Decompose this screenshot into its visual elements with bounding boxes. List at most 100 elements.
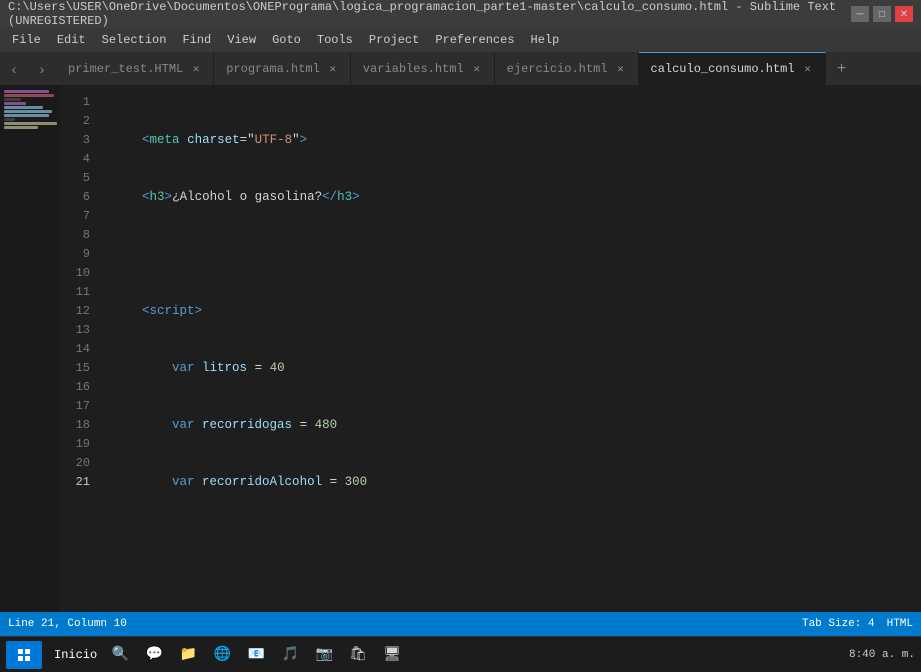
title-bar: C:\Users\USER\OneDrive\Documentos\ONEPro… [0, 0, 921, 28]
status-position: Line 21, Column 10 [8, 618, 127, 630]
tab-add-button[interactable]: + [828, 52, 856, 85]
line-number: 10 [60, 264, 100, 283]
minimap-content [0, 85, 60, 134]
code-area[interactable]: <meta charset="UTF-8"> <h3>¿Alcohol o ga… [100, 85, 921, 612]
taskbar-time: 8:40 a. m. [849, 649, 915, 661]
line-number: 17 [60, 397, 100, 416]
line-number-active: 21 [60, 473, 100, 492]
menu-file[interactable]: File [4, 28, 49, 52]
line-number: 4 [60, 150, 100, 169]
tab-programa[interactable]: programa.html ✕ [214, 52, 351, 85]
tab-close-ejercicio[interactable]: ✕ [614, 62, 628, 76]
status-right: Tab Size: 4 HTML [802, 618, 913, 630]
line-number: 9 [60, 245, 100, 264]
menu-edit[interactable]: Edit [49, 28, 94, 52]
line-number: 15 [60, 359, 100, 378]
menu-help[interactable]: Help [523, 28, 568, 52]
taskbar: Inicio 🔍 💬 📁 🌐 📧 🎵 📷 🛍 🖥 8:40 a. m. [0, 636, 921, 672]
line-number: 13 [60, 321, 100, 340]
taskbar-left: Inicio 🔍 💬 📁 🌐 📧 🎵 📷 🛍 🖥 [6, 641, 407, 669]
code-line-1: <meta charset="UTF-8"> [112, 131, 921, 150]
minimap-line [4, 114, 49, 117]
code-line-2: <h3>¿Alcohol o gasolina?</h3> [112, 188, 921, 207]
taskbar-explorer-icon[interactable]: 📁 [173, 641, 203, 669]
tab-close-primer-test[interactable]: ✕ [189, 62, 203, 76]
minimap-line [4, 90, 49, 93]
taskbar-chat-icon[interactable]: 💬 [139, 641, 169, 669]
code-line-8 [112, 530, 921, 549]
status-tab-size: Tab Size: 4 [802, 618, 875, 630]
line-number: 6 [60, 188, 100, 207]
close-button[interactable]: ✕ [895, 6, 913, 22]
status-left: Line 21, Column 10 [8, 618, 127, 630]
minimize-button[interactable]: ─ [851, 6, 869, 22]
taskbar-music-icon[interactable]: 🎵 [275, 641, 305, 669]
taskbar-mail-icon[interactable]: 📧 [241, 641, 271, 669]
title-text: C:\Users\USER\OneDrive\Documentos\ONEPro… [8, 0, 851, 28]
menu-selection[interactable]: Selection [94, 28, 175, 52]
minimap-line [4, 110, 52, 113]
line-number: 20 [60, 454, 100, 473]
menu-find[interactable]: Find [174, 28, 219, 52]
tab-close-programa[interactable]: ✕ [326, 62, 340, 76]
tab-primer-test[interactable]: primer_test.HTML ✕ [56, 52, 214, 85]
line-number: 5 [60, 169, 100, 188]
line-number: 12 [60, 302, 100, 321]
minimap-line [4, 122, 57, 125]
line-number: 3 [60, 131, 100, 150]
code-line-3 [112, 245, 921, 264]
minimap [0, 85, 60, 612]
tab-variables[interactable]: variables.html ✕ [351, 52, 495, 85]
line-number: 8 [60, 226, 100, 245]
code-line-5: var litros = 40 [112, 359, 921, 378]
status-syntax: HTML [887, 618, 913, 630]
start-button[interactable] [6, 641, 42, 669]
tab-calculo-consumo[interactable]: calculo_consumo.html ✕ [639, 52, 826, 85]
line-number: 18 [60, 416, 100, 435]
taskbar-right: 8:40 a. m. [849, 649, 915, 661]
taskbar-edge-icon[interactable]: 🌐 [207, 641, 237, 669]
line-number: 1 [60, 93, 100, 112]
menu-view[interactable]: View [219, 28, 264, 52]
minimap-line [4, 94, 54, 97]
minimap-line [4, 102, 26, 105]
tab-label: primer_test.HTML [68, 62, 183, 76]
minimap-line [4, 126, 38, 129]
taskbar-store-icon[interactable]: 🛍 [343, 641, 373, 669]
taskbar-sublime-icon[interactable]: 🖥 [377, 641, 407, 669]
start-icon [18, 649, 30, 661]
maximize-button[interactable]: □ [873, 6, 891, 22]
editor-container: 1 2 3 4 5 6 7 8 9 10 11 12 13 14 15 16 1… [0, 85, 921, 612]
line-numbers: 1 2 3 4 5 6 7 8 9 10 11 12 13 14 15 16 1… [60, 85, 100, 612]
menu-preferences[interactable]: Preferences [427, 28, 522, 52]
minimap-line [4, 118, 15, 121]
taskbar-photo-icon[interactable]: 📷 [309, 641, 339, 669]
tab-close-variables[interactable]: ✕ [470, 62, 484, 76]
code-line-9 [112, 587, 921, 606]
line-number: 11 [60, 283, 100, 302]
tab-label: calculo_consumo.html [651, 62, 795, 76]
tab-label: programa.html [226, 62, 320, 76]
code-line-4: <script> [112, 302, 921, 321]
line-number: 14 [60, 340, 100, 359]
line-number: 16 [60, 378, 100, 397]
menu-goto[interactable]: Goto [264, 28, 309, 52]
tab-label: ejercicio.html [507, 62, 608, 76]
code-line-7: var recorridoAlcohol = 300 [112, 473, 921, 492]
window-controls: ─ □ ✕ [851, 6, 913, 22]
code-line-6: var recorridogas = 480 [112, 416, 921, 435]
menu-tools[interactable]: Tools [309, 28, 361, 52]
line-number: 7 [60, 207, 100, 226]
start-label[interactable]: Inicio [50, 648, 101, 662]
tab-ejercicio[interactable]: ejercicio.html ✕ [495, 52, 639, 85]
menu-bar: File Edit Selection Find View Goto Tools… [0, 28, 921, 52]
tab-close-calculo[interactable]: ✕ [801, 62, 815, 76]
menu-project[interactable]: Project [361, 28, 427, 52]
tabs-bar: ‹ › primer_test.HTML ✕ programa.html ✕ v… [0, 52, 921, 85]
tab-nav-prev[interactable]: ‹ [0, 52, 28, 85]
taskbar-search-icon[interactable]: 🔍 [105, 641, 135, 669]
minimap-line [4, 98, 21, 101]
tab-nav-next[interactable]: › [28, 52, 56, 85]
line-number: 2 [60, 112, 100, 131]
minimap-line [4, 106, 43, 109]
